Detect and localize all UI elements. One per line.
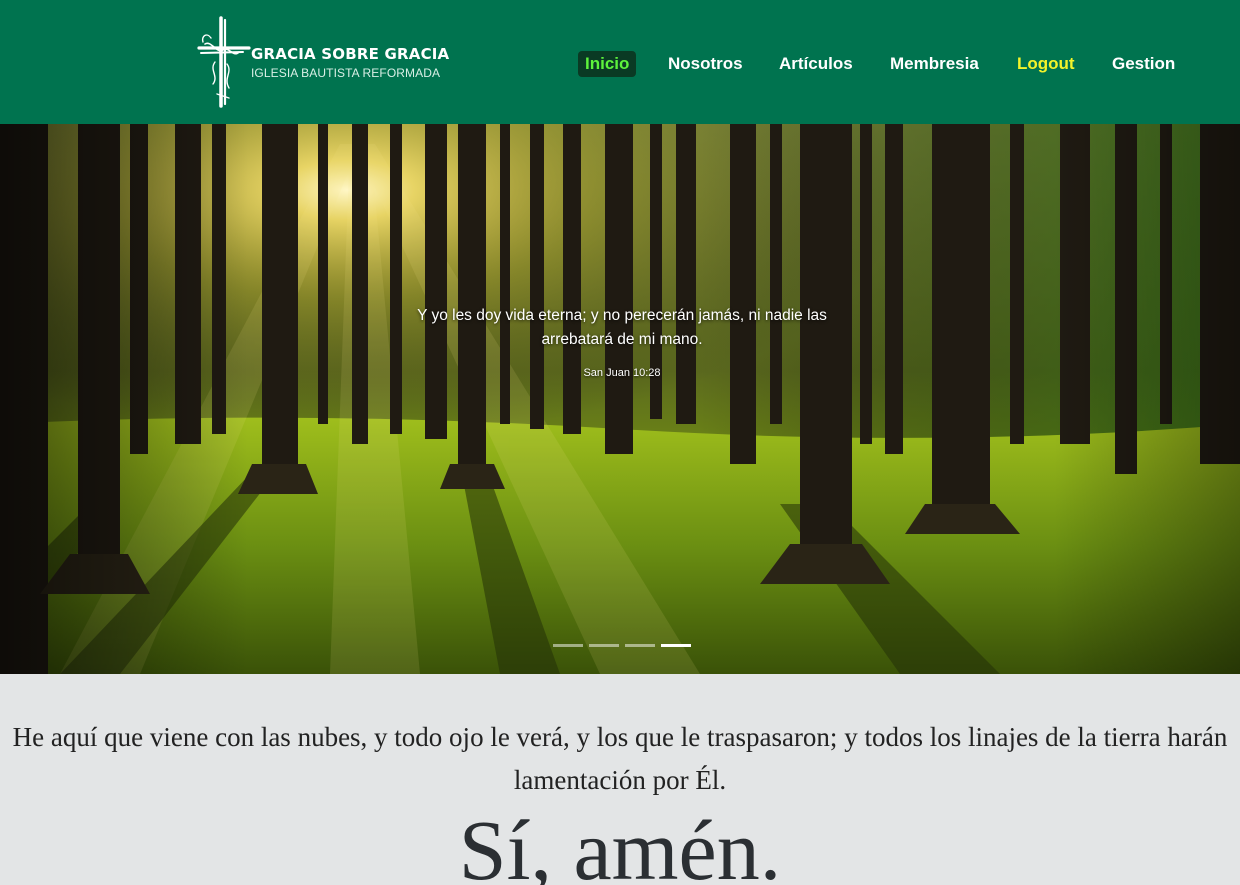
logo-subtitle: IGLESIA BAUTISTA REFORMADA bbox=[251, 66, 441, 80]
hero-reference: San Juan 10:28 bbox=[583, 367, 661, 379]
site-header: GRACIA SOBRE GRACIA IGLESIA BAUTISTA REF… bbox=[0, 0, 1240, 124]
nav-item-logout[interactable]: Logout bbox=[1017, 51, 1075, 77]
hero-carousel: Y yo les doy vida eterna; y no perecerán… bbox=[0, 124, 1240, 674]
logo-title: GRACIA SOBRE GRACIA bbox=[251, 45, 450, 63]
carousel-indicator-3[interactable] bbox=[625, 644, 655, 647]
carousel-indicator-2[interactable] bbox=[589, 644, 619, 647]
amen-heading: Sí, amén. bbox=[458, 802, 782, 885]
nav-item-gestion[interactable]: Gestion bbox=[1112, 51, 1175, 77]
cross-icon bbox=[197, 16, 251, 108]
forest-background-image bbox=[0, 124, 1240, 674]
nav-item-articulos[interactable]: Artículos bbox=[779, 51, 853, 77]
nav-item-inicio[interactable]: Inicio bbox=[578, 51, 637, 77]
hero-quote: Y yo les doy vida eterna; y no perecerán… bbox=[417, 307, 827, 348]
nav-item-membresia[interactable]: Membresia bbox=[890, 51, 979, 77]
nav-item-nosotros[interactable]: Nosotros bbox=[668, 51, 743, 77]
verse-text: He aquí que viene con las nubes, y todo … bbox=[12, 722, 1228, 795]
carousel-indicator-4[interactable] bbox=[661, 644, 691, 647]
site-logo[interactable]: GRACIA SOBRE GRACIA IGLESIA BAUTISTA REF… bbox=[193, 14, 449, 110]
carousel-indicator-1[interactable] bbox=[553, 644, 583, 647]
